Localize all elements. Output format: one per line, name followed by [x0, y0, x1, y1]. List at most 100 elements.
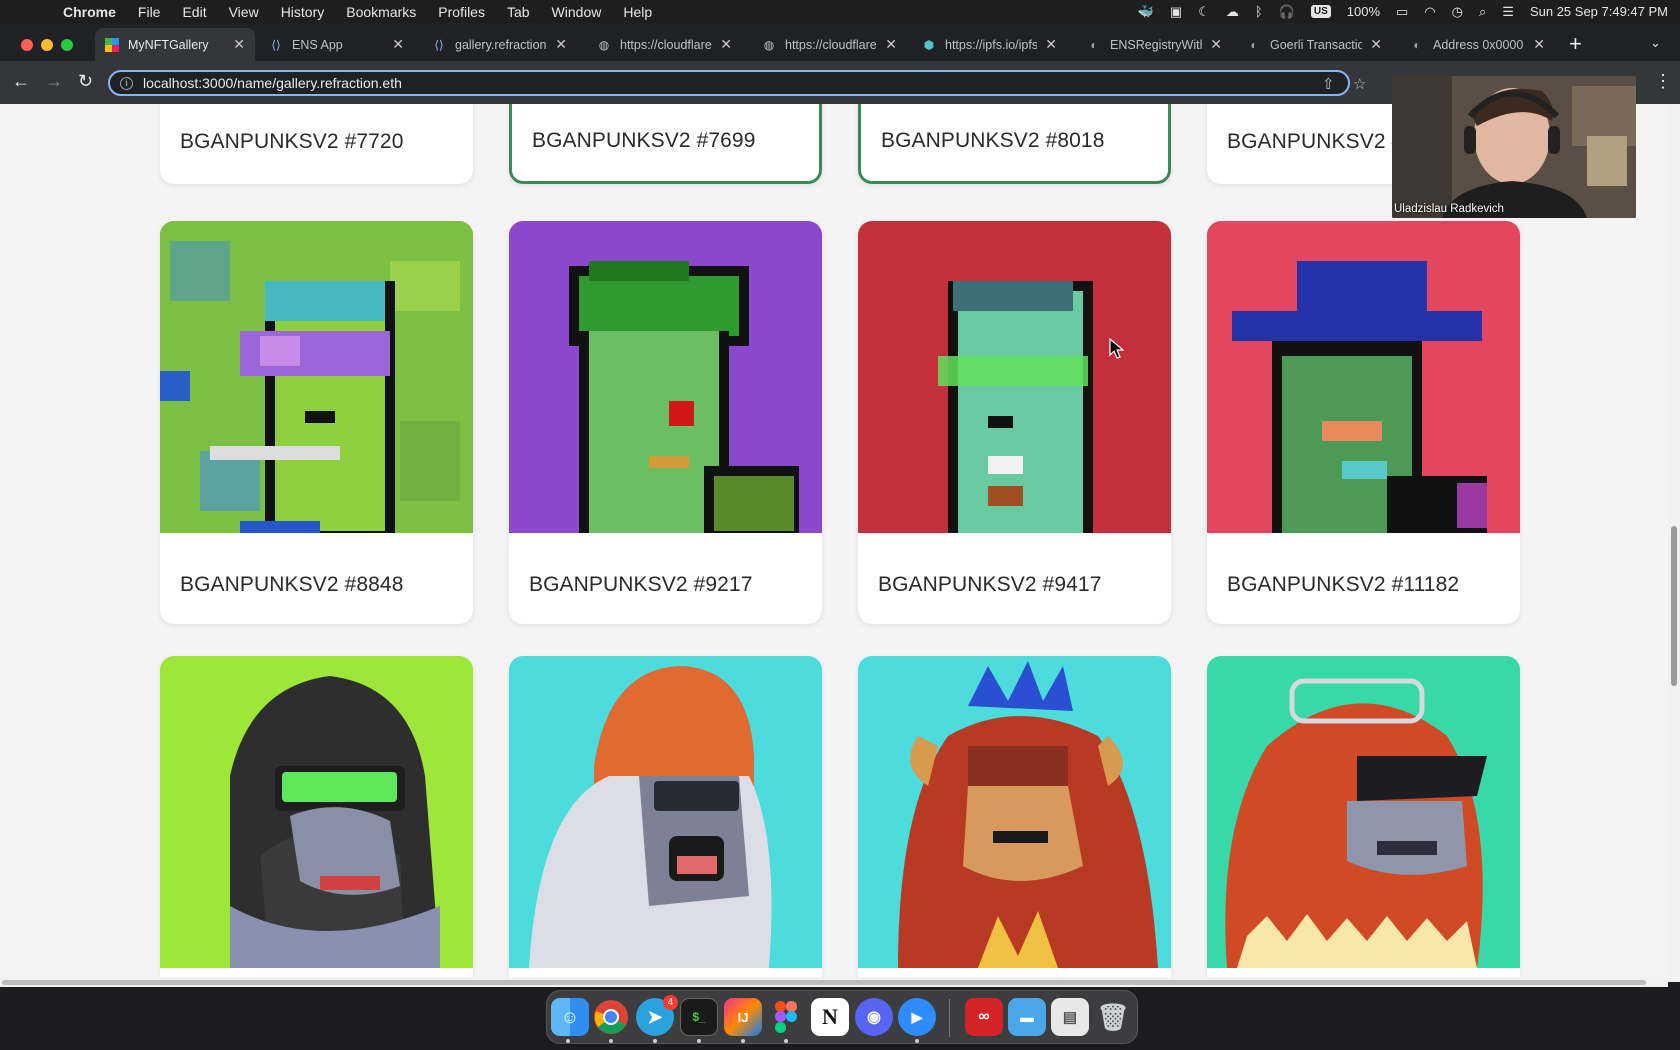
new-tab-button[interactable]: + [1569, 31, 1582, 57]
notion-icon[interactable]: N [811, 998, 849, 1036]
nft-card[interactable] [858, 656, 1171, 982]
running-indicator [653, 1039, 657, 1043]
close-tab-icon[interactable]: ✕ [720, 36, 732, 53]
finder-icon[interactable]: ☺ [551, 998, 589, 1036]
horizontal-scrollbar-thumb[interactable] [2, 980, 1646, 985]
site-info-icon[interactable]: i [120, 76, 133, 90]
menu-edit[interactable]: Edit [171, 4, 217, 20]
tab-ens-app[interactable]: ⟨⟩ ENS App ✕ [259, 28, 414, 61]
close-tab-icon[interactable]: ✕ [1370, 36, 1382, 53]
close-tab-icon[interactable]: ✕ [885, 36, 897, 53]
acrobat-icon[interactable]: ∞ [965, 998, 1003, 1036]
nft-card[interactable]: BGANPUNKSV2 #9217 [509, 221, 822, 624]
close-tab-icon[interactable]: ✕ [1045, 36, 1057, 53]
menu-clock[interactable]: Sun 25 Sep 7:49:47 PM [1530, 4, 1668, 19]
vertical-scrollbar-thumb[interactable] [1671, 526, 1677, 686]
discord-icon[interactable]: ◉ [855, 998, 893, 1036]
input-source-icon[interactable]: US [1310, 5, 1331, 18]
notification-badge: 4 [663, 995, 678, 1010]
night-mode-icon[interactable]: ☾ [1198, 4, 1210, 20]
intellij-icon[interactable]: IJ [724, 998, 762, 1036]
notifications-icon[interactable]: ▣ [1170, 4, 1182, 20]
nft-card-label: BGANPUNKSV2 #11182 [1227, 573, 1460, 596]
nft-card[interactable] [1207, 656, 1520, 982]
bookmark-star-icon[interactable]: ☆ [1353, 75, 1366, 93]
menu-history[interactable]: History [270, 4, 336, 20]
nft-image [1207, 221, 1520, 533]
tab-ensregistry[interactable]: ◐ ENSRegistryWith ✕ [1077, 28, 1232, 61]
address-url[interactable]: localhost:3000/name/gallery.refraction.e… [143, 75, 402, 91]
cloud-sync-icon[interactable]: ☁ [1226, 4, 1239, 20]
tab-address[interactable]: ◐ Address 0x0000 ✕ [1400, 28, 1555, 61]
tab-cloudflare-1[interactable]: ◍ https://cloudflare ✕ [587, 28, 742, 61]
tab-search-chevron-icon[interactable]: ⌄ [1650, 35, 1661, 51]
nft-card[interactable]: BGANPUNKSV2 #8848 [160, 221, 473, 624]
nft-card[interactable]: BGANPUNKSV2 #11182 [1207, 221, 1520, 624]
control-center-icon[interactable]: ☰ [1502, 4, 1514, 20]
nft-image [160, 221, 473, 533]
tab-gallery-refraction[interactable]: ⟨⟩ gallery.refraction. ✕ [422, 28, 577, 61]
nft-card-selected[interactable]: BGANPUNKSV2 #8018 [858, 104, 1171, 184]
tab-goerli-transaction[interactable]: ◐ Goerli Transaction ✕ [1237, 28, 1392, 61]
reload-button[interactable]: ↻ [78, 71, 93, 92]
running-indicator [697, 1039, 701, 1043]
time-machine-icon[interactable]: ◷ [1452, 4, 1463, 20]
zoom-window-button[interactable] [61, 39, 73, 51]
nft-card-label: BGANPUNKSV2 #7720 [180, 130, 404, 153]
close-tab-icon[interactable]: ✕ [1533, 36, 1545, 53]
wifi-icon[interactable]: ◠ [1424, 4, 1435, 20]
etherscan-favicon-icon: ◐ [1090, 37, 1098, 52]
search-icon[interactable]: ⌕ [1479, 4, 1486, 20]
terminal-icon[interactable]: $_ [680, 998, 718, 1036]
nft-image [509, 656, 822, 968]
forward-button[interactable]: → [45, 71, 63, 92]
running-indicator [915, 1039, 919, 1043]
nft-card[interactable] [509, 656, 822, 982]
video-call-overlay[interactable]: Uladzislau Radkevich [1392, 76, 1636, 218]
nft-image [509, 221, 822, 533]
menu-file[interactable]: File [127, 4, 172, 20]
menu-bookmarks[interactable]: Bookmarks [335, 4, 427, 20]
running-indicator [741, 1039, 745, 1043]
figma-icon[interactable] [767, 998, 805, 1036]
address-bar[interactable]: i localhost:3000/name/gallery.refraction… [108, 70, 1366, 96]
minimize-window-button[interactable] [41, 39, 53, 51]
running-indicator [566, 1039, 570, 1043]
zoom-icon[interactable]: ▶ [898, 998, 936, 1036]
close-tab-icon[interactable]: ✕ [1210, 36, 1222, 53]
folder-icon[interactable]: ▬ [1008, 998, 1046, 1036]
close-tab-icon[interactable]: ✕ [233, 36, 245, 53]
trash-icon[interactable]: 🗑 [1094, 998, 1132, 1036]
close-window-button[interactable] [21, 39, 33, 51]
tab-cloudflare-2[interactable]: ◍ https://cloudflare ✕ [752, 28, 907, 61]
browser-menu-icon[interactable]: ⋮ [1654, 71, 1672, 92]
nft-card[interactable] [160, 656, 473, 982]
close-tab-icon[interactable]: ✕ [392, 36, 404, 53]
bluetooth-icon[interactable]: ᛒ [1255, 4, 1263, 19]
battery-icon[interactable]: ▭ [1396, 4, 1408, 20]
back-button[interactable]: ← [12, 71, 30, 92]
tab-mynftgallery[interactable]: MyNFTGallery ✕ [95, 28, 255, 61]
menu-window[interactable]: Window [541, 4, 613, 20]
menu-tab[interactable]: Tab [496, 4, 541, 20]
menu-profiles[interactable]: Profiles [427, 4, 496, 20]
preview-icon[interactable]: ▤ [1051, 998, 1089, 1036]
code-favicon-icon: ⟨⟩ [434, 37, 444, 52]
nft-card-label: BGANPUNKSV2 #9217 [529, 573, 753, 596]
nft-card-selected[interactable]: BGANPUNKSV2 #7699 [509, 104, 822, 184]
chrome-icon[interactable] [592, 998, 630, 1036]
nft-card-label: BGANPUNKSV2 # [1227, 130, 1404, 153]
menu-view[interactable]: View [218, 4, 270, 20]
share-icon[interactable]: ⇧ [1322, 75, 1335, 93]
menu-app-name[interactable]: Chrome [52, 4, 127, 20]
nft-card-label: BGANPUNKSV2 #8848 [180, 573, 404, 596]
menu-help[interactable]: Help [612, 4, 663, 20]
globe-favicon-icon: ◍ [598, 37, 610, 52]
close-tab-icon[interactable]: ✕ [555, 36, 567, 53]
nft-card[interactable]: BGANPUNKSV2 #7720 [160, 104, 473, 184]
headphones-icon[interactable]: 🎧 [1279, 4, 1295, 20]
nft-card[interactable]: BGANPUNKSV2 #9417 [858, 221, 1171, 624]
docker-icon[interactable]: 🐳 [1138, 4, 1154, 20]
telegram-icon[interactable]: ➤ 4 [636, 995, 678, 1036]
tab-ipfs[interactable]: ⬢ https://ipfs.io/ipfs ✕ [912, 28, 1067, 61]
